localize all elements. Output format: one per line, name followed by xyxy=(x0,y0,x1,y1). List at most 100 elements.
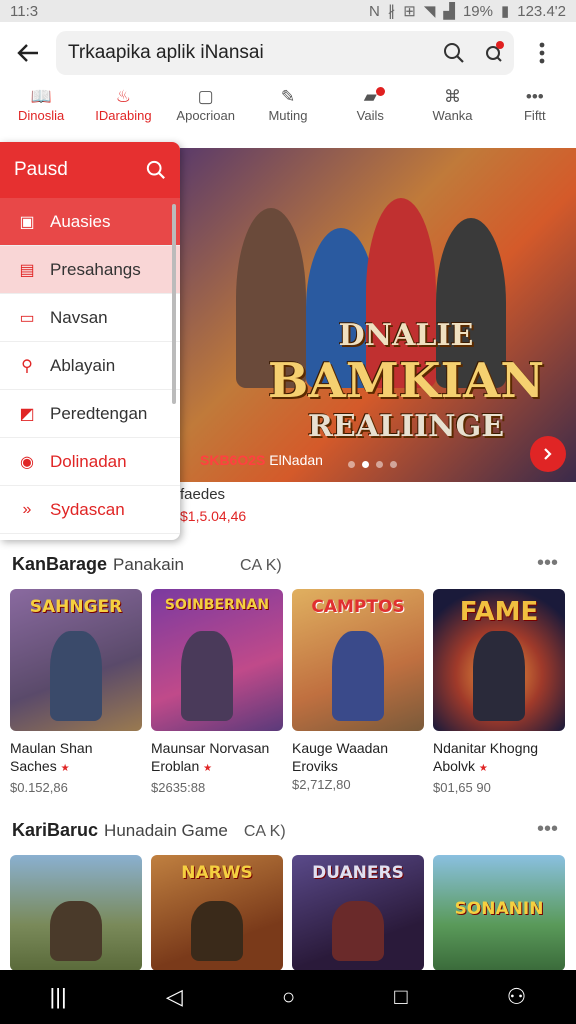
section-more-button[interactable]: ••• xyxy=(537,552,558,575)
thumbnail-character xyxy=(181,631,233,721)
tab-vails[interactable]: ▰ Vails xyxy=(329,86,411,138)
carousel-dot[interactable] xyxy=(390,461,397,468)
game-thumbnail: FAME xyxy=(433,589,565,731)
thumbnail-character xyxy=(191,901,243,961)
carousel-dot-active[interactable] xyxy=(362,461,369,468)
more-icon: ••• xyxy=(525,87,544,106)
star-icon: ★ xyxy=(203,763,213,774)
banner-title-line: REALIINGE xyxy=(307,409,505,444)
home-icon[interactable]: ○ xyxy=(282,984,295,1010)
game-thumbnail: SONANIN xyxy=(433,855,565,971)
game-card-row: SAHNGER Maulan Shan Saches ★ $0.152,86 SO… xyxy=(10,589,565,795)
signal-icon: ▟ xyxy=(443,3,455,20)
thumbnail-character xyxy=(332,901,384,961)
section-title: KariBaruc Hunadain Game CA K) xyxy=(12,820,286,841)
tab-dinoslia[interactable]: 📖 Dinoslia xyxy=(0,86,82,138)
drawer-item-ablayain[interactable]: ⚲ Ablayain xyxy=(0,342,180,390)
tag-icon: ▤ xyxy=(19,261,35,279)
tab-apocrioan[interactable]: ▢ Apocrioan xyxy=(165,86,247,138)
drawer-item-label: Auasies xyxy=(50,211,111,231)
vertical-dots-icon xyxy=(539,42,545,64)
section-title: KanBarage Panakain CA K) xyxy=(12,554,282,575)
game-card[interactable]: FAME Ndanitar Khogng Abolvk ★ $01,65 90 xyxy=(433,589,565,795)
notification-dot xyxy=(496,41,504,49)
game-card[interactable]: NARWS xyxy=(151,855,283,971)
tab-wanka[interactable]: ⌘ Wanka xyxy=(411,86,493,138)
tab-fiftt[interactable]: ••• Fiftt xyxy=(494,86,576,138)
game-card[interactable]: DUANERS xyxy=(292,855,424,971)
back-icon[interactable]: ◁ xyxy=(166,984,183,1010)
thumbnail-character xyxy=(332,631,384,721)
game-price: $2635:88 xyxy=(151,780,206,795)
carousel-dot[interactable] xyxy=(348,461,355,468)
game-thumbnail: NARWS xyxy=(151,855,283,971)
category-tabs: 📖 Dinoslia ♨ IDarabing ▢ Apocrioan ✎ Muting … xyxy=(0,86,576,138)
drawer-item-label: Navsan xyxy=(50,307,108,327)
camera-search-button[interactable] xyxy=(474,33,514,73)
thumbnail-title: NARWS xyxy=(181,863,253,883)
search-input[interactable]: Trkaapika aplik iNansai xyxy=(56,31,514,75)
battery-level: 19% xyxy=(462,2,493,20)
tab-idarabing[interactable]: ♨ IDarabing xyxy=(82,86,164,138)
featured-banner[interactable]: DNALIE BAMKIAN REALIINGE SKB6O2S ElNadan xyxy=(176,148,576,482)
game-name: Kauge Waadan Eroviks xyxy=(292,739,424,775)
recent-apps-icon[interactable]: ||| xyxy=(50,984,67,1010)
system-nav-bar: ||| ◁ ○ □ ⚇ xyxy=(0,970,576,1024)
game-card[interactable]: CAMPTOS Kauge Waadan Eroviks $2,71Z,80 xyxy=(292,589,424,795)
banner-next-button[interactable] xyxy=(530,436,566,472)
game-thumbnail xyxy=(10,855,142,971)
drawer-item-peredtengan[interactable]: ◩ Peredtengan xyxy=(0,390,180,438)
banner-title-line: BAMKIAN xyxy=(267,353,545,409)
section-heading: KanBarage xyxy=(12,554,108,574)
chart-icon: ◩ xyxy=(19,405,35,423)
section-subheading: Panakain xyxy=(113,555,184,574)
search-icon[interactable] xyxy=(146,160,166,180)
drawer-item-navsan[interactable]: ▭ Navsan xyxy=(0,294,180,342)
game-name-line: Ndanitar Khogng xyxy=(433,740,539,756)
tab-muting[interactable]: ✎ Muting xyxy=(247,86,329,138)
status-clock: 123.4'2 xyxy=(517,2,566,20)
section-more-button[interactable]: ••• xyxy=(537,818,558,841)
game-thumbnail: DUANERS xyxy=(292,855,424,971)
game-card[interactable]: SAHNGER Maulan Shan Saches ★ $0.152,86 xyxy=(10,589,142,795)
carousel-dot[interactable] xyxy=(376,461,383,468)
tab-badge xyxy=(376,87,386,96)
partially-hidden-price: $1,5.04,46 xyxy=(180,508,247,524)
banner-title-line: DNALIE xyxy=(338,318,474,353)
drawer-scrollbar[interactable] xyxy=(172,204,176,404)
drawer-item-auasies[interactable]: ▣ Auasies xyxy=(0,198,180,246)
document-icon: ▣ xyxy=(19,213,35,231)
game-price: $01,65 90 xyxy=(433,780,491,795)
game-card[interactable] xyxy=(10,855,142,971)
horizontal-dots-icon: ••• xyxy=(536,818,558,840)
game-price: $0.152,86 xyxy=(10,780,68,795)
arrows-icon: » xyxy=(22,500,32,518)
game-name-line: Maunsar Norvasan xyxy=(151,740,270,756)
controller-icon: ⌘ xyxy=(444,87,462,106)
status-bar: 11:3 N ∦ ⊞ ◥ ▟ 19% ▮ 123.4'2 xyxy=(0,0,576,22)
overview-icon[interactable]: □ xyxy=(394,984,407,1010)
tab-label: Apocrioan xyxy=(176,108,235,123)
game-card[interactable]: SONANIN xyxy=(433,855,565,971)
game-name-line: Saches xyxy=(10,758,57,774)
tab-label: Fiftt xyxy=(523,108,546,123)
drawer-item-presahangs[interactable]: ▤ Presahangs xyxy=(0,246,180,294)
drawer-item-dolinadan[interactable]: ◉ Dolinadan xyxy=(0,438,180,486)
thumbnail-character xyxy=(50,901,102,961)
star-icon: ★ xyxy=(478,763,488,774)
thumbnail-title: SONANIN xyxy=(454,899,544,919)
book-icon: 📖 xyxy=(30,87,52,106)
game-card[interactable]: SOINBERNAN Maunsar Norvasan Eroblan ★ $26… xyxy=(151,589,283,795)
game-name: Maunsar Norvasan Eroblan ★ xyxy=(151,739,283,778)
game-card-row: NARWS DUANERS SONANIN xyxy=(10,855,565,971)
back-button[interactable] xyxy=(0,25,56,81)
thumbnail-title: CAMPTOS xyxy=(311,597,405,617)
drawer-item-sydascan[interactable]: » Sydascan xyxy=(0,486,180,534)
game-name-line: Maulan Shan xyxy=(10,740,93,756)
account-icon[interactable]: ⚇ xyxy=(507,984,527,1010)
search-button[interactable] xyxy=(434,33,474,73)
game-name: Maulan Shan Saches ★ xyxy=(10,739,142,778)
partially-hidden-title: faedes xyxy=(180,486,226,503)
overflow-menu-button[interactable] xyxy=(514,42,570,64)
search-input-value: Trkaapika aplik iNansai xyxy=(68,42,264,63)
